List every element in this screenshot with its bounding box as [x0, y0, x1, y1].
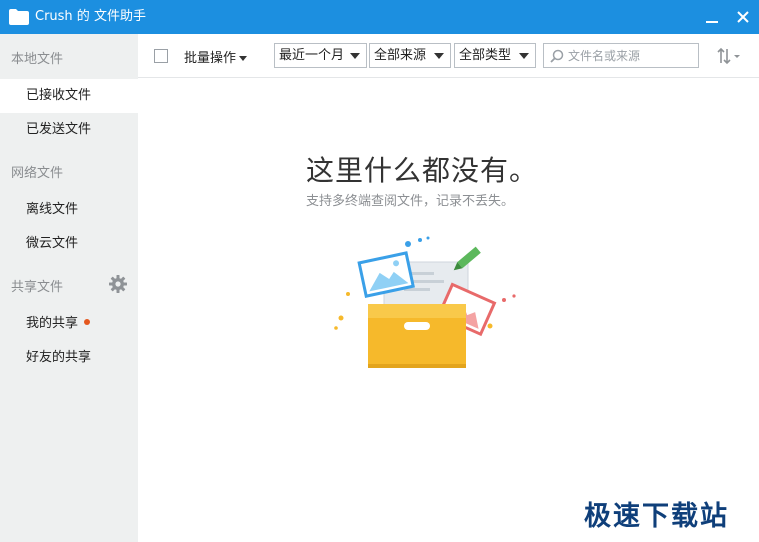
sidebar-group-network: 网络文件 — [11, 166, 64, 181]
batch-operations-button[interactable]: 批量操作 — [184, 47, 248, 66]
time-filter-select[interactable]: 最近一个月 — [274, 43, 367, 68]
caret-down-icon — [434, 53, 444, 59]
sidebar-group-shared: 共享文件 — [11, 280, 64, 295]
sidebar-item-offline[interactable]: 离线文件 — [0, 193, 138, 227]
empty-state-subtitle: 支持多终端查阅文件，记录不丢失。 — [306, 194, 515, 209]
sidebar-item-received[interactable]: 已接收文件 — [0, 79, 138, 113]
sidebar-item-label: 我的共享 — [26, 316, 79, 331]
source-filter-select[interactable]: 全部来源 — [369, 43, 451, 68]
toolbar: 批量操作 最近一个月 全部来源 全部类型 — [138, 34, 759, 78]
sidebar-item-friends-share[interactable]: 好友的共享 — [0, 341, 138, 375]
type-filter-select[interactable]: 全部类型 — [454, 43, 536, 68]
source-filter-value: 全部来源 — [374, 48, 427, 63]
sidebar: 本地文件 已接收文件 已发送文件 网络文件 离线文件 微云文件 共享文件 我的共… — [0, 34, 138, 542]
window-title: Crush 的 文件助手 — [35, 9, 146, 24]
caret-down-icon — [519, 53, 529, 59]
sidebar-item-weiyun[interactable]: 微云文件 — [0, 227, 138, 261]
sidebar-item-my-share[interactable]: 我的共享 — [0, 307, 138, 341]
notification-dot — [84, 318, 91, 325]
search-box[interactable] — [543, 43, 699, 68]
sort-icon[interactable] — [713, 45, 743, 67]
file-list-area: 这里什么都没有。 支持多终端查阅文件，记录不丢失。 — [138, 79, 759, 542]
gear-icon[interactable] — [108, 274, 128, 294]
empty-state-title: 这里什么都没有。 — [306, 154, 539, 187]
time-filter-value: 最近一个月 — [279, 48, 345, 63]
watermark-text: 极速下载站 — [584, 501, 729, 532]
caret-down-icon — [350, 53, 360, 59]
close-icon — [737, 11, 749, 23]
minimize-button[interactable] — [700, 6, 724, 28]
type-filter-value: 全部类型 — [459, 48, 512, 63]
sidebar-item-sent[interactable]: 已发送文件 — [0, 113, 138, 147]
sidebar-group-local: 本地文件 — [11, 52, 64, 67]
search-icon — [550, 49, 564, 63]
title-bar: Crush 的 文件助手 — [0, 0, 759, 34]
caret-down-icon — [239, 56, 248, 61]
search-input[interactable] — [568, 46, 694, 65]
close-button[interactable] — [731, 6, 755, 28]
folder-icon — [9, 9, 29, 25]
select-all-checkbox[interactable] — [154, 49, 168, 63]
empty-folder-illustration — [334, 236, 516, 368]
batch-operations-label: 批量操作 — [184, 51, 237, 66]
